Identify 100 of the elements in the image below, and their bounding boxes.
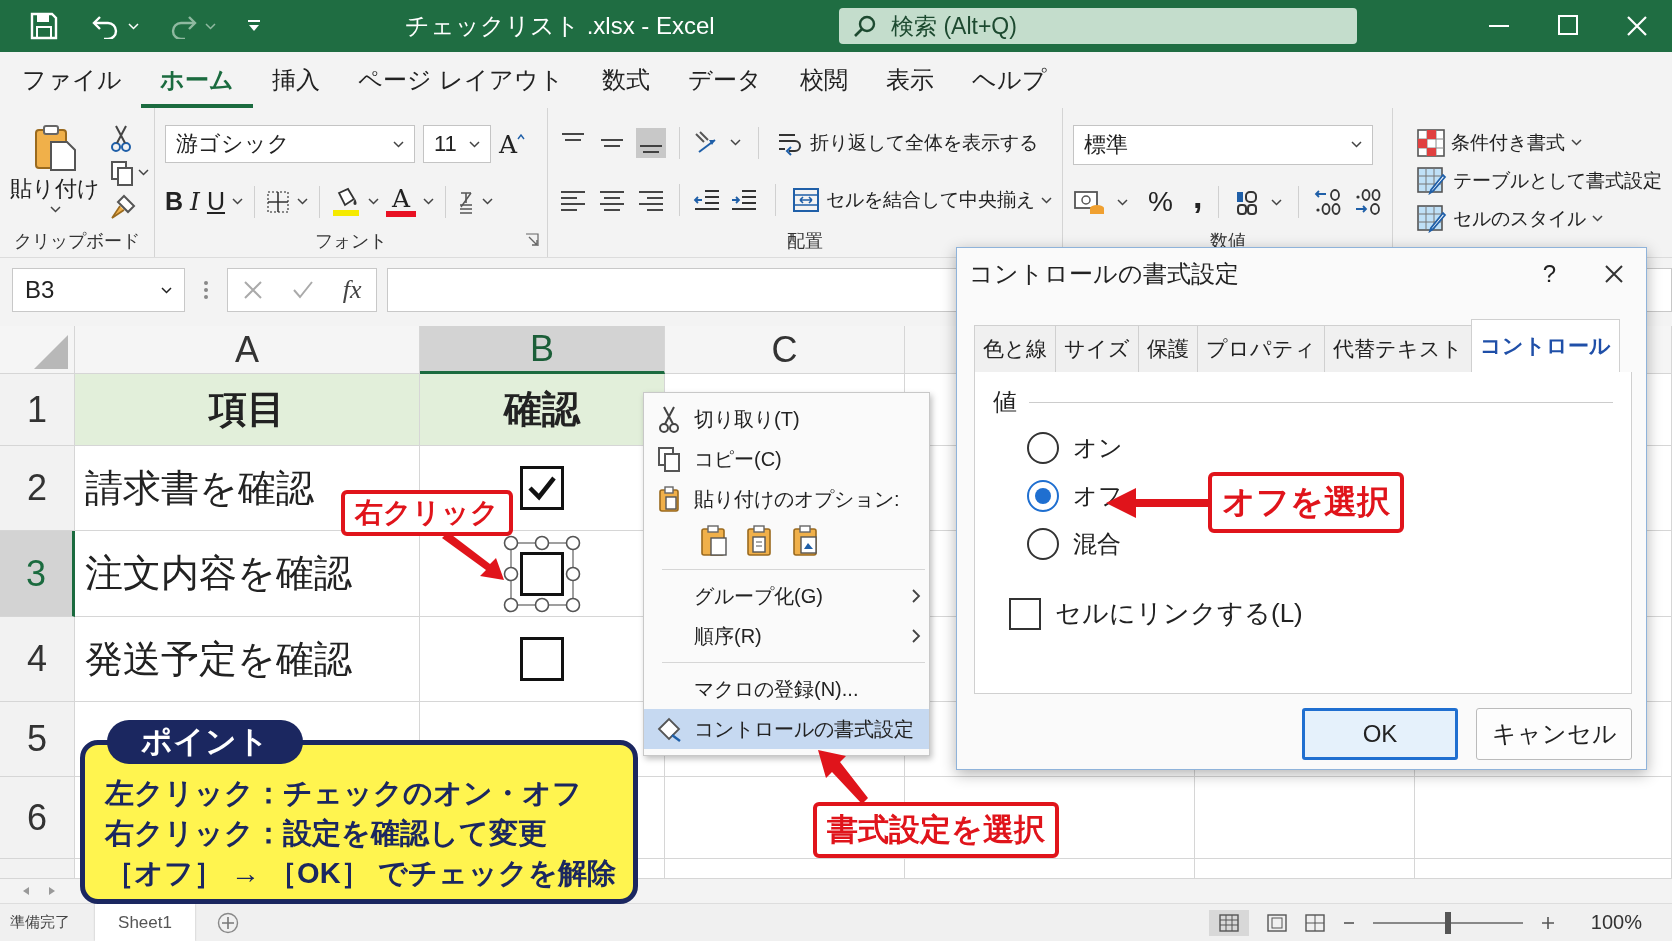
maximize-icon[interactable] <box>1558 15 1578 35</box>
merge-center-button[interactable]: セルを結合して中央揃え <box>792 187 1052 214</box>
currency-icon[interactable] <box>1073 188 1105 217</box>
scroll-left-icon[interactable] <box>22 886 30 896</box>
font-name-dropdown[interactable]: 游ゴシック <box>165 125 415 164</box>
clipboard-icon <box>658 486 680 512</box>
menu-item[interactable]: 順序(R) <box>644 616 929 656</box>
row-number[interactable]: 2 <box>0 446 75 531</box>
dialog-tab[interactable]: 代替テキスト <box>1324 325 1472 372</box>
ok-button[interactable]: OK <box>1302 708 1458 760</box>
font-color-button[interactable]: A <box>392 186 411 212</box>
page-layout-icon[interactable] <box>1266 913 1287 932</box>
table-format-icon[interactable] <box>1417 166 1447 195</box>
dialog-tab[interactable]: サイズ <box>1055 325 1139 372</box>
font-size-dropdown[interactable]: 11 <box>423 125 491 164</box>
menu-tab[interactable]: 表示 <box>866 52 953 108</box>
style-button[interactable]: セルのスタイル <box>1417 204 1662 233</box>
save-icon[interactable] <box>30 12 58 40</box>
dialog-tab[interactable]: コントロール <box>1471 319 1620 372</box>
row-number[interactable]: 3 <box>0 531 75 617</box>
style-button[interactable]: テーブルとして書式設定 <box>1417 166 1662 195</box>
grid-cell[interactable] <box>1415 777 1672 859</box>
menu-tab[interactable]: ホーム <box>141 52 253 108</box>
checkbox[interactable] <box>1009 597 1041 630</box>
search-field[interactable]: 検索 (Alt+Q) <box>839 8 1357 44</box>
name-box[interactable]: B3 <box>12 268 185 312</box>
customize-icon[interactable] <box>246 19 262 33</box>
search-icon <box>853 14 877 38</box>
format-painter-icon[interactable] <box>110 193 136 220</box>
row-number[interactable]: 4 <box>0 617 75 702</box>
sheet-tab[interactable]: Sheet1 <box>95 904 195 941</box>
paste-option-icon[interactable] <box>699 525 729 557</box>
row-number[interactable]: 1 <box>0 374 75 446</box>
underline-button[interactable]: U <box>206 187 225 217</box>
percent-button[interactable]: % <box>1148 186 1173 219</box>
help-button[interactable]: ? <box>1542 260 1556 288</box>
menu-tab[interactable]: 数式 <box>582 52 669 108</box>
fill-color-icon[interactable] <box>331 186 361 217</box>
scissors-icon[interactable] <box>110 123 132 152</box>
cell-style-icon[interactable] <box>1417 204 1447 233</box>
style-button[interactable]: 条件付き書式 <box>1417 128 1662 157</box>
caret-icon <box>368 198 379 206</box>
wrap-text-button[interactable]: 折り返して全体を表示する <box>776 128 1038 157</box>
undo-icon[interactable] <box>92 13 120 39</box>
menu-tab[interactable]: 挿入 <box>253 52 339 108</box>
selection-handles[interactable] <box>503 534 581 613</box>
callout-tooltip: オフを選択 <box>1208 472 1404 533</box>
search-placeholder: 検索 (Alt+Q) <box>891 11 1017 41</box>
grow-font-button[interactable]: A <box>499 129 518 159</box>
comma-button[interactable]: , <box>1192 179 1203 214</box>
column-header[interactable]: C <box>665 326 905 374</box>
italic-button[interactable]: I <box>190 187 200 217</box>
bottom-align-icon[interactable] <box>636 127 666 158</box>
column-header[interactable]: A <box>75 326 420 374</box>
arrow <box>818 750 868 804</box>
menu-tab[interactable]: データ <box>668 52 781 108</box>
dialog-tab[interactable]: 保護 <box>1138 325 1198 372</box>
close-icon[interactable] <box>1604 264 1624 284</box>
menu-item[interactable]: マクロの登録(N)... <box>644 669 929 709</box>
add-sheet-icon[interactable] <box>217 911 239 934</box>
number-format-dropdown[interactable]: 標準 <box>1073 124 1373 165</box>
decrease-decimal-icon[interactable] <box>1354 188 1382 217</box>
column-header[interactable]: B <box>420 326 665 374</box>
merge-icon <box>792 187 820 214</box>
zoom-in-icon[interactable] <box>1540 915 1555 930</box>
redo-icon[interactable] <box>169 13 197 39</box>
menu-tab[interactable]: ヘルプ <box>952 52 1066 108</box>
borders-icon[interactable] <box>266 189 290 214</box>
scroll-right-icon[interactable] <box>48 886 56 896</box>
table-cell: 項目 <box>75 374 420 446</box>
copy-icon[interactable] <box>110 159 134 186</box>
grid-cell[interactable] <box>1195 777 1415 859</box>
dialog-launcher-icon[interactable] <box>525 233 539 247</box>
number-format-icon[interactable] <box>1234 189 1259 216</box>
checkbox[interactable] <box>520 466 564 510</box>
increase-decimal-icon[interactable] <box>1314 188 1342 217</box>
radio-button[interactable] <box>1027 528 1059 560</box>
conditional-format-icon[interactable] <box>1417 128 1445 157</box>
bold-button[interactable]: B <box>165 187 184 217</box>
cancel-button[interactable]: キャンセル <box>1476 708 1632 760</box>
menu-tab[interactable]: ファイル <box>3 52 141 108</box>
menu-tab[interactable]: ページ レイアウト <box>339 52 583 108</box>
checkbox[interactable] <box>520 637 564 681</box>
paste-button[interactable]: 貼り付け <box>10 123 100 213</box>
dialog-tab[interactable]: 色と線 <box>974 325 1056 372</box>
radio-button[interactable] <box>1027 432 1059 464</box>
row-number[interactable]: 6 <box>0 777 75 859</box>
row-number[interactable]: 5 <box>0 702 75 777</box>
insert-function-button[interactable]: fx <box>342 275 362 305</box>
dialog-tab[interactable]: プロパティ <box>1197 325 1325 372</box>
page-break-icon[interactable] <box>1304 913 1325 932</box>
group-label: 配置 <box>787 230 823 253</box>
menu-item[interactable]: コントロールの書式設定 <box>644 709 929 749</box>
menu-item[interactable]: グループ化(G) <box>644 576 929 616</box>
checkbox[interactable] <box>520 551 564 596</box>
radio-button[interactable] <box>1027 480 1059 512</box>
caret-icon <box>1592 215 1603 222</box>
zoom-slider-thumb[interactable] <box>1444 911 1451 934</box>
normal-view-icon[interactable] <box>1218 913 1239 932</box>
menu-tab[interactable]: 校閲 <box>780 52 867 108</box>
